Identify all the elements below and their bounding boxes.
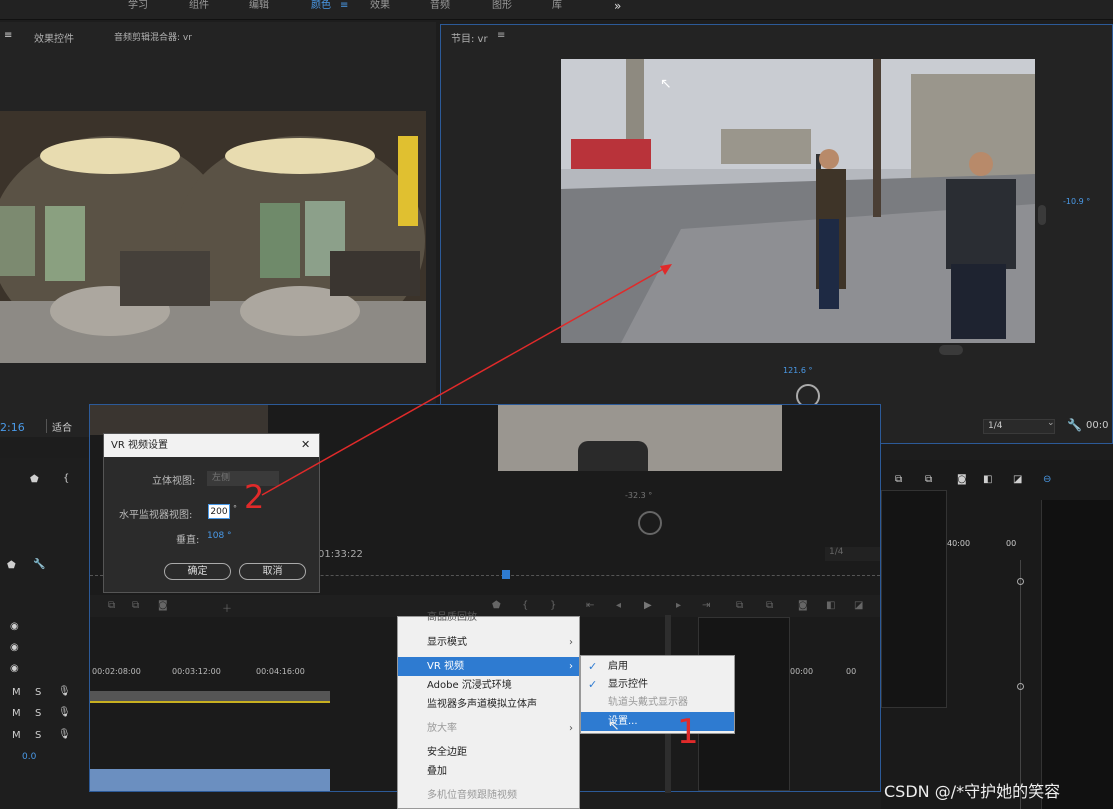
watermark: CSDN @/*守护她的笑容 xyxy=(884,782,1061,801)
annotation-step-1: 1 xyxy=(677,712,699,752)
annotation-step-2: 2 xyxy=(244,478,265,516)
annotation-arrow xyxy=(261,264,672,496)
